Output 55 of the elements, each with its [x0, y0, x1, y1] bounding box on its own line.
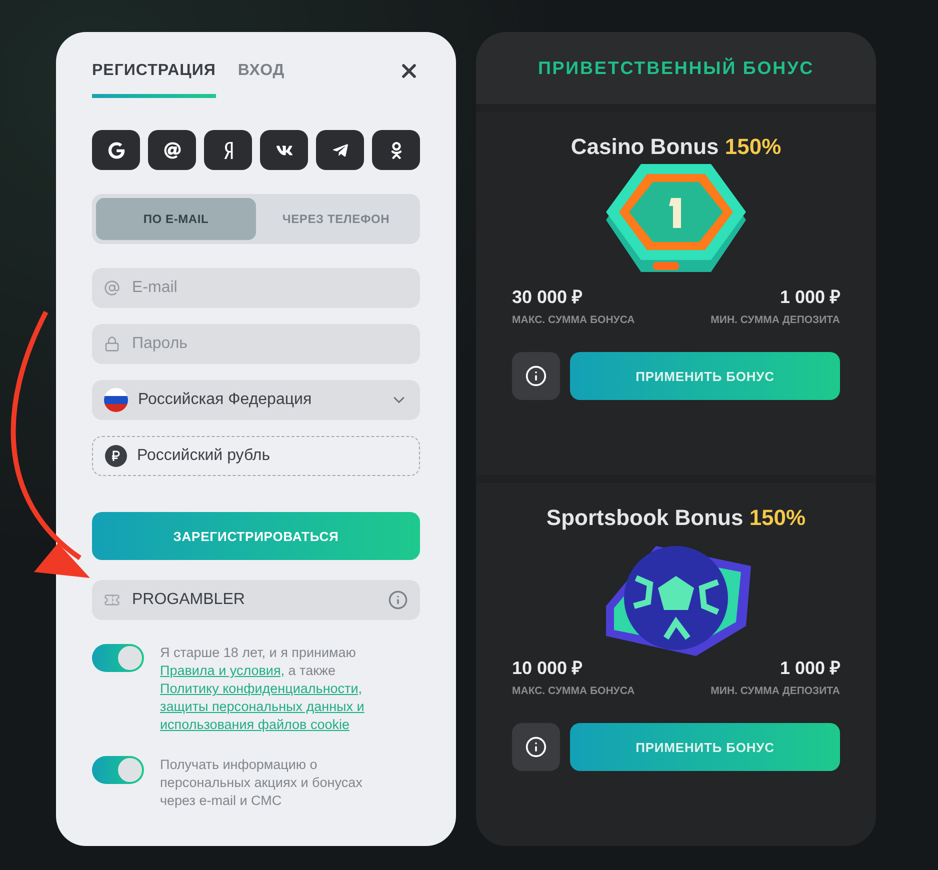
toggle-switch[interactable]	[92, 644, 144, 672]
social-login-button[interactable]	[92, 130, 140, 170]
currency-value: Российский рубль	[137, 447, 270, 465]
ticket-icon	[104, 592, 120, 608]
country-select[interactable]: Российская Федерация	[92, 380, 420, 420]
currency-select[interactable]: Российский рубль	[92, 436, 420, 476]
password-input[interactable]: Пароль	[130, 334, 408, 354]
social-login-button[interactable]	[204, 130, 252, 170]
paper-plane-icon	[332, 142, 348, 158]
terms-link[interactable]: Политику конфиденциальности,	[160, 681, 362, 696]
ruble-icon	[105, 445, 127, 467]
tab[interactable]: РЕГИСТРАЦИЯ	[92, 54, 216, 98]
info-button[interactable]	[512, 723, 560, 771]
info-icon	[525, 365, 547, 387]
password-field[interactable]: Пароль	[92, 324, 420, 364]
bonus-panel-title: ПРИВЕТСТВЕННЫЙ БОНУС	[538, 58, 814, 78]
method-option[interactable]: ПО E-MAIL	[96, 198, 256, 240]
country-value: Российская Федерация	[138, 391, 313, 409]
register-button[interactable]: ЗАРЕГИСТРИРОВАТЬСЯ	[92, 512, 420, 560]
min-deposit-label: МИН. СУММА ДЕПОЗИТА	[710, 314, 840, 326]
social-login-button[interactable]	[260, 130, 308, 170]
bonus-title: Sportsbook Bonus 150%	[545, 505, 807, 531]
max-bonus-label: МАКС. СУММА БОНУСА	[512, 314, 635, 326]
info-icon	[388, 590, 408, 610]
toggle-switch[interactable]	[92, 756, 144, 784]
promo-code-field[interactable]: PROGAMBLER	[92, 580, 420, 620]
at-sign-icon	[164, 142, 180, 158]
consent-text: Я старше 18 лет, и я принимаю Правила и условия, а также Политику конфиденциальности, защиты персональных данных и использования файлов cookie	[160, 644, 366, 734]
terms-link[interactable]: защиты персональных данных и	[160, 699, 364, 714]
min-deposit-amount: 1 000 ₽	[780, 286, 840, 308]
flag-icon	[104, 388, 128, 412]
terms-link[interactable]: использования файлов cookie	[160, 717, 350, 732]
email-input[interactable]: E-mail	[130, 278, 408, 298]
info-button[interactable]	[512, 352, 560, 400]
apply-bonus-button[interactable]: ПРИМЕНИТЬ БОНУС	[570, 723, 840, 771]
social-login-button[interactable]	[316, 130, 364, 170]
min-deposit-amount: 1 000 ₽	[780, 657, 840, 679]
max-bonus-label: МАКС. СУММА БОНУСА	[512, 685, 635, 697]
tab[interactable]: ВХОД	[238, 54, 285, 98]
info-icon	[525, 736, 547, 758]
bonus-title: Casino Bonus 150%	[570, 134, 782, 160]
method-option[interactable]: ЧЕРЕЗ ТЕЛЕФОН	[256, 198, 416, 240]
terms-link[interactable]: Правила и условия,	[160, 663, 285, 678]
max-bonus-amount: 30 000 ₽	[512, 286, 582, 308]
social-login-button[interactable]	[148, 130, 196, 170]
min-deposit-label: МИН. СУММА ДЕПОЗИТА	[710, 685, 840, 697]
consent-text: Получать информацию о персональных акциях и бонусах через e-mail и СМС	[160, 756, 364, 810]
at-sign-icon	[104, 280, 120, 296]
google-icon	[108, 142, 124, 158]
email-field[interactable]: E-mail	[92, 268, 420, 308]
promo-code-input[interactable]: PROGAMBLER	[130, 590, 378, 610]
apply-bonus-button[interactable]: ПРИМЕНИТЬ БОНУС	[570, 352, 840, 400]
social-login-button[interactable]	[372, 130, 420, 170]
max-bonus-amount: 10 000 ₽	[512, 657, 582, 679]
lock-icon	[104, 336, 120, 352]
